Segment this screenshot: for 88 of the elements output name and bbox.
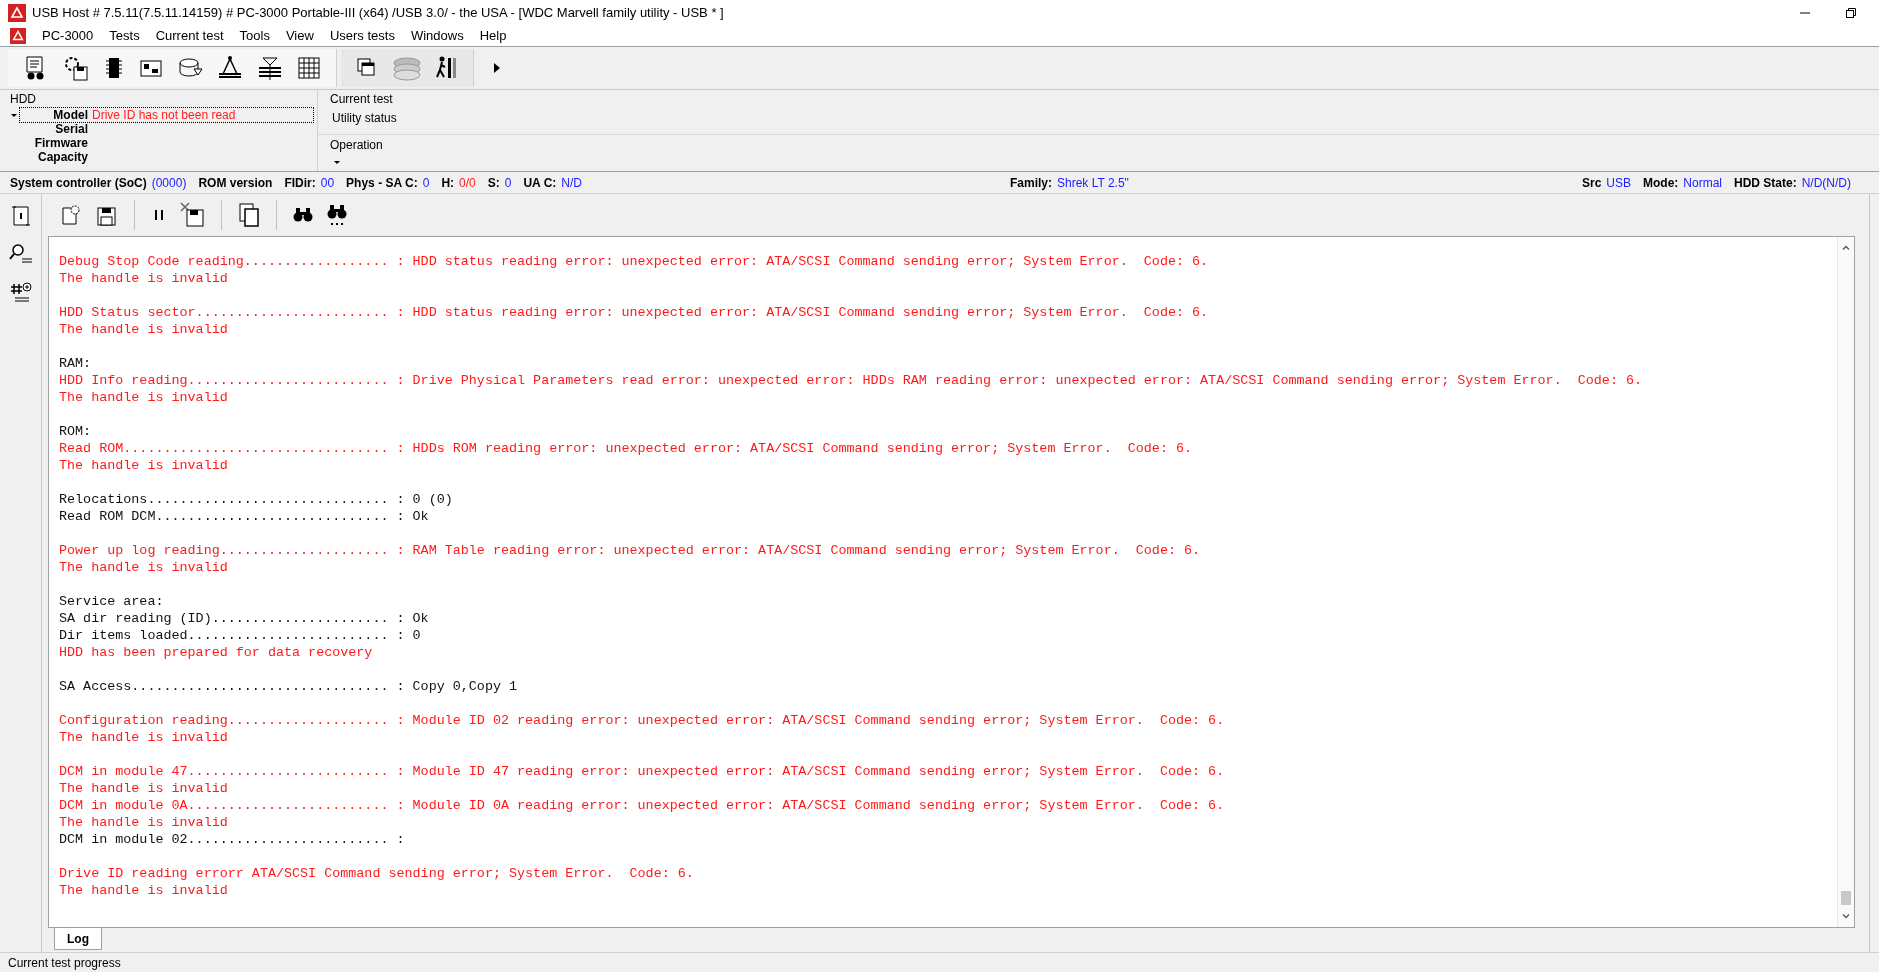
log-line: Read ROM DCM............................. : Ok [59,508,430,525]
info-label: Mode: [1643,174,1679,192]
info-value: (0000) [151,174,187,192]
log-line: DCM in module 47......................... : Module ID 47 reading error: unexpected error: ATA/SCSI Command sending error; System Error. Code: 6. [59,763,1226,780]
log-line: Debug Stop Code reading.................. : HDD status reading error: unexpected error: ATA/SCSI Command sending error; System Error. Code: 6. [59,253,1210,270]
log-line: The handle is invalid [59,457,229,474]
info-value: 0 [504,174,512,192]
floppy-delete-icon[interactable] [179,201,207,229]
log-line: Service area: [59,593,165,610]
log-line: HDD has been prepared for data recovery [59,644,374,661]
scrollbar[interactable] [1837,237,1854,927]
log-line: HDD Info reading......................... : Drive Physical Parameters read error: unexpected error: HDDs RAM reading error: unexpected error: ATA/SCSI Command sending error; System Error. Code: 6. [59,372,1644,389]
restore-icon[interactable] [1845,6,1857,19]
info-label: UA C: [523,174,557,192]
log-line: The handle is invalid [59,389,229,406]
log-line: Drive ID reading errorr ATA/SCSI Command sending error; System Error. Code: 6. [59,865,695,882]
dropdown-arrow-icon[interactable] [333,158,341,166]
hash-plus-icon[interactable] [8,280,33,304]
log-line: The handle is invalid [59,780,229,797]
menu-item[interactable]: PC-3000 [42,25,94,46]
app-logo-icon [8,3,26,22]
expand-arrow-icon[interactable] [10,111,18,119]
log-line: The handle is invalid [59,559,229,576]
info-value: USB [1606,174,1631,192]
log-line: Read ROM................................. : HDDs ROM reading error: unexpected error: ATA/SCSI Command sending error; System Error. Code: 6. [59,440,1194,457]
menu-item[interactable]: Tools [239,25,270,46]
status-bar-text: Current test progress [8,954,121,972]
log-line: Power up log reading..................... : RAM Table reading error: unexpected error: ATA/SCSI Command sending error; System Error. Code: 6. [59,542,1202,559]
binoculars-icon[interactable] [325,203,349,227]
field-label: Capacity [36,149,88,166]
info-value: 00 [320,174,335,192]
log-line: The handle is invalid [59,321,229,338]
app-logo-icon[interactable] [10,27,26,44]
field-label: Firmware [33,135,88,152]
info-label: HDD State: [1734,174,1797,192]
utility-status-text: Utility status [331,110,398,127]
scroll-thumb[interactable] [1841,891,1851,905]
log-line: DCM in module 0A......................... : Module ID 0A reading error: unexpected error: ATA/SCSI Command sending error; System Error. Code: 6. [59,797,1226,814]
play-arrow-icon[interactable] [492,61,502,75]
field-label: Model [52,107,88,124]
hdd-field-row[interactable]: Model Drive ID has not been read [20,108,313,122]
menu-item[interactable]: Help [479,25,507,46]
log-tab[interactable]: Log [54,928,102,950]
log-line: SA Access................................ : Copy 0,Copy 1 [59,678,519,695]
log-line: Configuration reading.................... : Module ID 02 reading error: unexpected error: ATA/SCSI Command sending error; System Error. Code: 6. [59,712,1226,729]
menu-item[interactable]: Users tests [329,25,395,46]
log-line: The handle is invalid [59,882,229,899]
panel-title: Current test [330,91,394,108]
menu-item[interactable]: Tests [109,25,140,46]
info-label: FIDir: [284,174,316,192]
log-line: DCM in module 02......................... : [59,831,406,848]
info-label: Phys - SA C: [346,174,418,192]
log-line: Dir items loaded......................... : 0 [59,627,422,644]
info-value: Normal [1683,174,1722,192]
info-value: 0/0 [459,174,476,192]
info-value: 0 [422,174,430,192]
log-line: The handle is invalid [59,270,229,287]
log-line: ROM: [59,423,93,440]
info-value: Shrek LT 2.5" [1057,174,1129,192]
info-value: N/D [561,174,582,192]
panel-title: HDD [10,91,37,108]
log-line: RAM: [59,355,93,372]
log-line: HDD Status sector........................ : HDD status reading error: unexpected error: ATA/SCSI Command sending error; System Error. Code: 6. [59,304,1210,321]
menu-item[interactable]: Current test [155,25,224,46]
info-label: S: [487,174,500,192]
copy-icon[interactable] [236,201,262,229]
log-line: The handle is invalid [59,814,229,831]
menu-item[interactable]: View [285,25,314,46]
info-label: H: [441,174,455,192]
info-label: Family: [1010,174,1052,192]
field-value: Drive ID has not been read [92,107,236,124]
panel-title: Operation [330,137,384,154]
info-label: System controller (SoC) [10,174,147,192]
info-value: N/D(N/D) [1801,174,1851,192]
scroll-down-icon[interactable] [1841,911,1851,921]
scroll-up-icon[interactable] [1841,243,1851,253]
window-title: USB Host # 7.5.11(7.5.11.14159) # PC-3000 Portable-III (x64) /USB 3.0/ - the USA - [WDC Marvell family utility - USB * ] [32,3,724,22]
hourglass-stack-icon[interactable] [256,54,284,82]
log-line: The handle is invalid [59,729,229,746]
log-line: SA dir reading (ID)...................... : Ok [59,610,430,627]
info-label: Src [1581,174,1602,192]
field-label: Serial [54,121,88,138]
menu-item[interactable]: Windows [410,25,464,46]
log-line: Relocations.............................. : 0 (0) [59,491,454,508]
info-label: ROM version [198,174,273,192]
grid-icon[interactable] [296,55,322,81]
gear-floppy-icon[interactable] [62,54,90,82]
search-icon[interactable] [8,242,33,266]
